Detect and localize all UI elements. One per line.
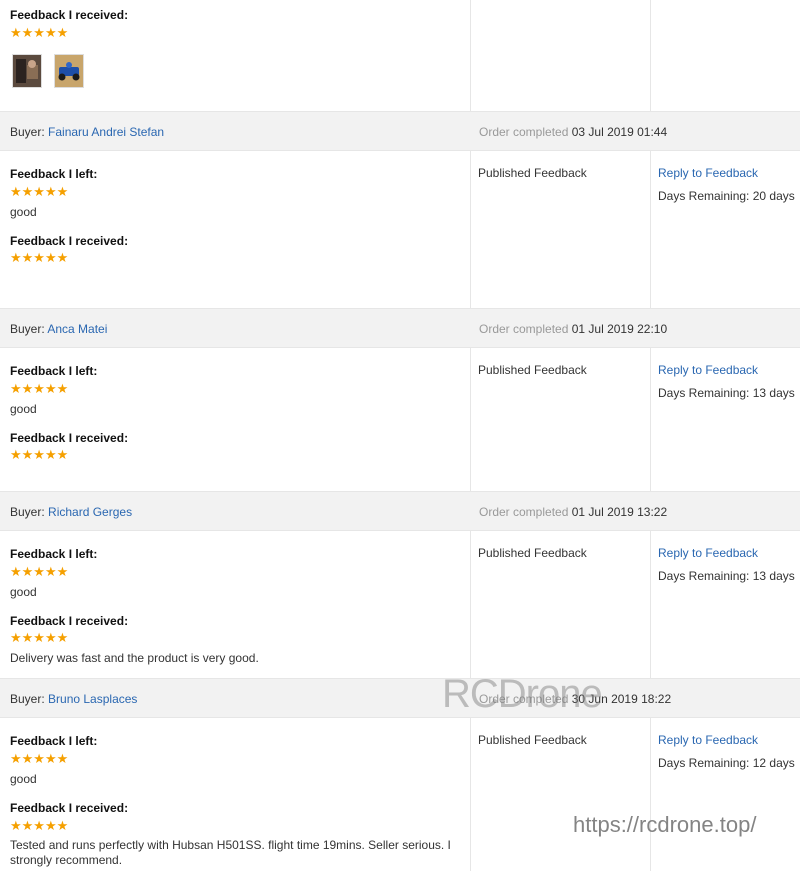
- order-header: Buyer: Richard Gerges Order completed 01…: [0, 491, 800, 531]
- published-feedback-status: Published Feedback: [478, 363, 587, 377]
- order-completed-date: 01 Jul 2019 13:22: [571, 505, 668, 519]
- buyer-label: Buyer:: [10, 322, 45, 336]
- received-star-rating: ★★★★★: [10, 250, 69, 265]
- buyer-name-link[interactable]: Richard Gerges: [48, 505, 132, 519]
- days-remaining-label: Days Remaining:: [658, 386, 750, 400]
- days-remaining: Days Remaining: 13 days: [658, 569, 795, 583]
- action-column: [651, 0, 800, 111]
- order-completed-label: Order completed: [479, 322, 569, 336]
- order-header: Buyer: Anca Matei Order completed 01 Jul…: [0, 308, 800, 348]
- feedback-block: Feedback I left: ★★★★★ good Feedback I r…: [0, 531, 800, 678]
- feedback-left-label: Feedback I left:: [10, 364, 98, 378]
- action-column: Reply to Feedback Days Remaining: 12 day…: [651, 718, 800, 871]
- feedback-block: Feedback I left: ★★★★★ good Feedback I r…: [0, 151, 800, 308]
- left-feedback-text: good: [10, 585, 37, 599]
- order-completed-info: Order completed 01 Jul 2019 22:10: [479, 322, 667, 336]
- left-star-rating: ★★★★★: [10, 184, 69, 199]
- order-completed-label: Order completed: [479, 505, 569, 519]
- order-completed-label: Order completed: [479, 125, 569, 139]
- buyer-label: Buyer:: [10, 505, 45, 519]
- days-remaining-label: Days Remaining:: [658, 569, 750, 583]
- left-star-rating: ★★★★★: [10, 564, 69, 579]
- url-watermark: https://rcdrone.top/: [573, 812, 757, 837]
- feedback-column: Feedback I left: ★★★★★ good Feedback I r…: [0, 151, 471, 308]
- order-header: Buyer: Bruno Lasplaces Order completed 3…: [0, 678, 800, 718]
- days-remaining-value: 20 days: [752, 189, 795, 203]
- feedback-block: Feedback I left: ★★★★★ good Feedback I r…: [0, 718, 800, 871]
- order-completed-date: 03 Jul 2019 01:44: [571, 125, 668, 139]
- days-remaining: Days Remaining: 12 days: [658, 756, 795, 770]
- left-feedback-text: good: [10, 205, 37, 219]
- brand-watermark: RCDrone: [442, 672, 603, 716]
- days-remaining-label: Days Remaining:: [658, 189, 750, 203]
- days-remaining-label: Days Remaining:: [658, 756, 750, 770]
- feedback-received-label: Feedback I received:: [10, 801, 129, 815]
- feedback-received-label: Feedback I received:: [10, 431, 129, 445]
- days-remaining-value: 13 days: [752, 386, 795, 400]
- published-feedback-status: Published Feedback: [478, 733, 587, 747]
- order-completed-info: Order completed 03 Jul 2019 01:44: [479, 125, 667, 139]
- feedback-left-label: Feedback I left:: [10, 547, 98, 561]
- buyer-info: Buyer: Bruno Lasplaces: [10, 692, 137, 706]
- left-star-rating: ★★★★★: [10, 381, 69, 396]
- product-photo-2[interactable]: [54, 54, 84, 88]
- left-feedback-text: good: [10, 772, 37, 786]
- buyer-name-link[interactable]: Fainaru Andrei Stefan: [48, 125, 164, 139]
- days-remaining-value: 12 days: [752, 756, 795, 770]
- reply-to-feedback-link[interactable]: Reply to Feedback: [658, 546, 758, 560]
- buyer-label: Buyer:: [10, 692, 45, 706]
- feedback-column: Feedback I left: ★★★★★ good Feedback I r…: [0, 348, 471, 491]
- feedback-received-label: Feedback I received:: [10, 8, 129, 22]
- reply-to-feedback-link[interactable]: Reply to Feedback: [658, 166, 758, 180]
- status-column: Published Feedback: [470, 348, 651, 491]
- status-column: Published Feedback: [470, 151, 651, 308]
- buyer-info: Buyer: Anca Matei: [10, 322, 107, 336]
- action-column: Reply to Feedback Days Remaining: 13 day…: [651, 531, 800, 678]
- buyer-label: Buyer:: [10, 125, 45, 139]
- order-header: Buyer: Fainaru Andrei Stefan Order compl…: [0, 111, 800, 151]
- received-feedback-text: Tested and runs perfectly with Hubsan H5…: [10, 838, 451, 867]
- buyer-info: Buyer: Fainaru Andrei Stefan: [10, 125, 164, 139]
- buyer-name-link[interactable]: Bruno Lasplaces: [48, 692, 137, 706]
- buyer-name-link[interactable]: Anca Matei: [47, 322, 107, 336]
- feedback-block: Feedback I left: ★★★★★ good Feedback I r…: [0, 348, 800, 491]
- action-column: Reply to Feedback Days Remaining: 13 day…: [651, 348, 800, 491]
- received-star-rating: ★★★★★: [10, 447, 69, 462]
- feedback-column: Feedback I received: ★★★★★: [0, 0, 471, 111]
- received-star-rating: ★★★★★: [10, 818, 69, 833]
- action-column: Reply to Feedback Days Remaining: 20 day…: [651, 151, 800, 308]
- days-remaining-value: 13 days: [752, 569, 795, 583]
- order-completed-date: 01 Jul 2019 22:10: [571, 322, 668, 336]
- product-photo-1[interactable]: [12, 54, 42, 88]
- reply-to-feedback-link[interactable]: Reply to Feedback: [658, 363, 758, 377]
- published-feedback-status: Published Feedback: [478, 546, 587, 560]
- feedback-left-label: Feedback I left:: [10, 167, 98, 181]
- published-feedback-status: Published Feedback: [478, 166, 587, 180]
- left-star-rating: ★★★★★: [10, 751, 69, 766]
- feedback-received-label: Feedback I received:: [10, 614, 129, 628]
- received-feedback-text: Delivery was fast and the product is ver…: [10, 651, 259, 665]
- feedback-column: Feedback I left: ★★★★★ good Feedback I r…: [0, 718, 471, 871]
- received-star-rating: ★★★★★: [10, 630, 69, 645]
- status-column: [470, 0, 651, 111]
- order-completed-info: Order completed 01 Jul 2019 13:22: [479, 505, 667, 519]
- days-remaining: Days Remaining: 13 days: [658, 386, 795, 400]
- buyer-info: Buyer: Richard Gerges: [10, 505, 132, 519]
- left-feedback-text: good: [10, 402, 37, 416]
- feedback-column: Feedback I left: ★★★★★ good Feedback I r…: [0, 531, 471, 678]
- feedback-received-label: Feedback I received:: [10, 234, 129, 248]
- status-column: Published Feedback: [470, 531, 651, 678]
- feedback-block-0: Feedback I received: ★★★★★: [0, 0, 800, 111]
- feedback-left-label: Feedback I left:: [10, 734, 98, 748]
- received-star-rating: ★★★★★: [10, 25, 69, 40]
- status-column: Published Feedback: [470, 718, 651, 871]
- reply-to-feedback-link[interactable]: Reply to Feedback: [658, 733, 758, 747]
- days-remaining: Days Remaining: 20 days: [658, 189, 795, 203]
